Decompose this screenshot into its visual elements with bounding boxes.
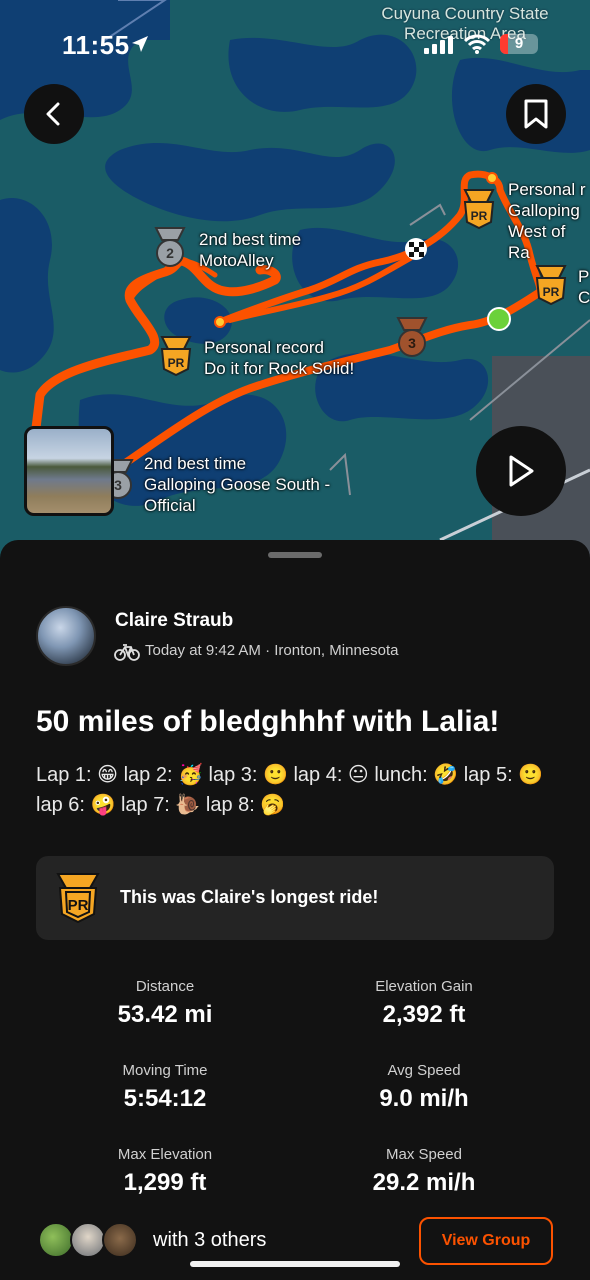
play-flyover-button[interactable] — [476, 426, 566, 516]
medal-badge-text: 3 — [114, 477, 122, 493]
cellular-signal-icon — [424, 36, 453, 54]
activity-description: Lap 1: 😁 lap 2: 🥳 lap 3: 🙂 lap 4: 😐 lunc… — [36, 764, 544, 816]
segment-rank: Personal r — [508, 180, 586, 199]
play-icon — [509, 455, 534, 487]
chevron-left-icon — [46, 102, 60, 126]
segment-label-galloping-west[interactable]: Personal r Galloping West of Ra — [508, 179, 590, 263]
sheet-grabber[interactable] — [268, 552, 322, 558]
segment-label-edge[interactable]: P C — [578, 266, 590, 308]
segment-name-cont: Official — [144, 496, 196, 515]
bookmark-button[interactable] — [506, 84, 566, 144]
segment-name: MotoAlley — [199, 251, 274, 270]
group-avatars[interactable] — [38, 1222, 138, 1260]
segment-rank: 2nd best time — [144, 454, 247, 473]
stat-label: Moving Time — [122, 1062, 208, 1079]
avatar[interactable] — [36, 606, 96, 666]
stat-value: 29.2 mi/h — [372, 1169, 476, 1196]
battery-icon: 9 — [500, 34, 538, 54]
segment-rank: P — [578, 267, 590, 286]
back-button[interactable] — [24, 84, 84, 144]
status-bar: 11:55 9 — [0, 0, 590, 80]
pr-badge-icon: PR — [56, 873, 100, 924]
route-map[interactable]: Cuyuna Country State Recreation Area 2 P… — [0, 0, 590, 560]
stat-label: Elevation Gain — [375, 978, 473, 995]
stat-distance: Distance 53.42 mi — [55, 978, 275, 1029]
segment-rank: Personal record — [204, 338, 325, 357]
stat-max-speed: Max Speed 29.2 mi/h — [314, 1146, 534, 1197]
stat-max-elevation: Max Elevation 1,299 ft — [55, 1146, 275, 1197]
segment-label-motoalley[interactable]: 2nd best time MotoAlley — [199, 229, 301, 271]
stat-value: 2,392 ft — [382, 1001, 466, 1028]
stat-label: Avg Speed — [387, 1062, 461, 1079]
segment-name: Galloping — [508, 201, 580, 220]
activity-meta: Today at 9:42 AM · Ironton, Minnesota — [145, 642, 399, 659]
silver-medal-icon[interactable]: 2 — [152, 226, 188, 268]
medal-badge-text: PR — [168, 356, 185, 370]
activity-title: 50 miles of bledghhhf with Lalia! — [36, 705, 500, 738]
medal-badge-text: PR — [471, 209, 488, 223]
view-group-button[interactable]: View Group — [419, 1217, 553, 1265]
stat-value: 5:54:12 — [123, 1085, 207, 1112]
bike-icon — [114, 644, 140, 661]
achievement-text: This was Claire's longest ride! — [120, 887, 379, 907]
stat-moving-time: Moving Time 5:54:12 — [55, 1062, 275, 1113]
avatar — [70, 1222, 106, 1258]
medal-badge-text: 2 — [166, 245, 174, 261]
pr-medal-icon-2[interactable]: PR — [461, 188, 497, 230]
stat-label: Max Speed — [386, 1146, 462, 1163]
bookmark-icon — [524, 99, 548, 129]
pr-badge-text: PR — [68, 897, 89, 914]
pr-medal-icon-3[interactable]: PR — [533, 264, 569, 306]
athlete-name[interactable]: Claire Straub — [115, 610, 233, 632]
stat-elevation-gain: Elevation Gain 2,392 ft — [314, 978, 534, 1029]
stat-label: Distance — [135, 978, 195, 995]
home-indicator — [190, 1261, 400, 1267]
stat-value: 1,299 ft — [123, 1169, 207, 1196]
segment-name: C — [578, 288, 590, 307]
avatar — [38, 1222, 74, 1258]
status-time: 11:55 — [62, 30, 130, 60]
group-text[interactable]: with 3 others — [153, 1229, 266, 1252]
segment-rank: 2nd best time — [199, 230, 302, 249]
start-marker — [487, 307, 511, 331]
stat-value: 53.42 mi — [117, 1001, 213, 1028]
wifi-icon — [464, 34, 490, 54]
achievement-card[interactable]: PR This was Claire's longest ride! — [36, 856, 554, 940]
medal-badge-text: 3 — [408, 335, 416, 351]
segment-name: Galloping Goose South - — [144, 475, 331, 494]
stat-value: 9.0 mi/h — [379, 1085, 469, 1112]
stat-avg-speed: Avg Speed 9.0 mi/h — [314, 1062, 534, 1113]
segment-label-rock-solid[interactable]: Personal record Do it for Rock Solid! — [204, 337, 354, 379]
avatar — [102, 1222, 138, 1258]
pr-medal-icon[interactable]: PR — [158, 335, 194, 377]
battery-level: 9 — [514, 35, 524, 52]
segment-name-cont: West of Ra — [508, 222, 566, 262]
location-arrow-icon — [132, 36, 148, 52]
activity-photo-thumbnail[interactable] — [24, 426, 114, 516]
stat-label: Max Elevation — [117, 1146, 213, 1163]
segment-label-galloping-goose-south[interactable]: 2nd best time Galloping Goose South - Of… — [144, 453, 330, 516]
activity-details-sheet[interactable]: Claire Straub Today at 9:42 AM · Ironton… — [0, 540, 590, 1280]
segment-name: Do it for Rock Solid! — [204, 359, 355, 378]
medal-badge-text: PR — [543, 285, 560, 299]
bronze-medal-icon[interactable]: 3 — [394, 316, 430, 358]
